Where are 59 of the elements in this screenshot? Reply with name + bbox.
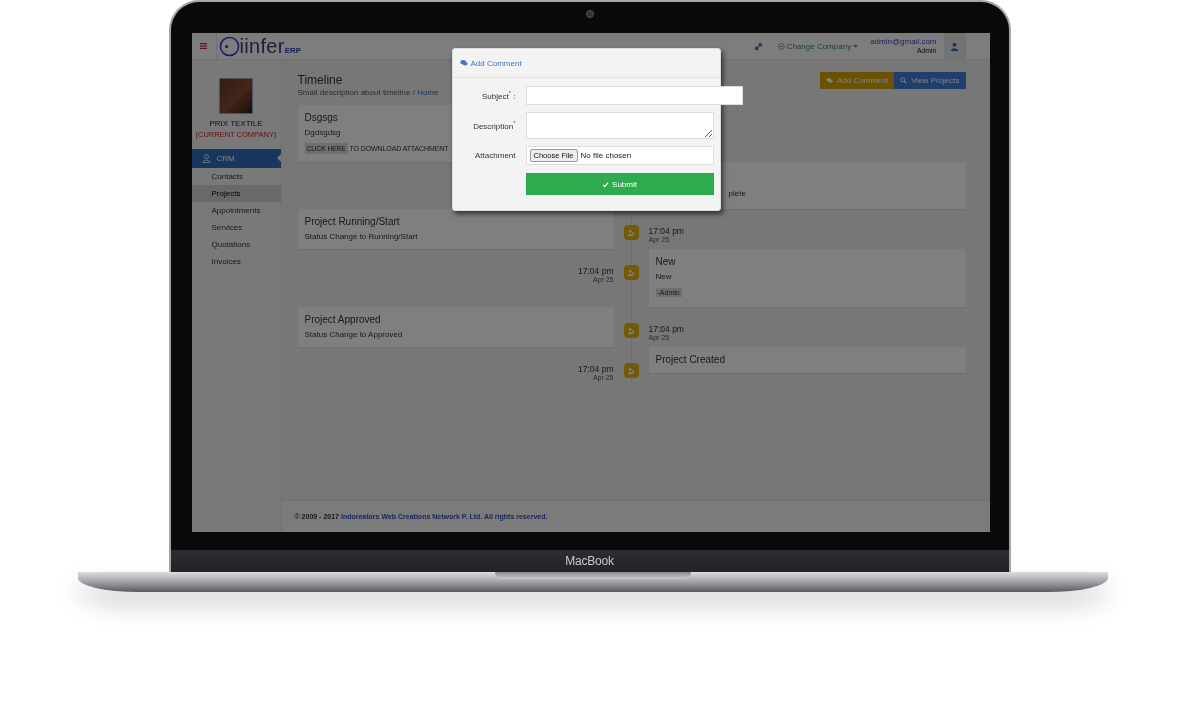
caret-icon <box>853 44 859 48</box>
user-email: admin@gmail.com <box>870 37 937 47</box>
expand-icon[interactable] <box>753 41 763 51</box>
comments-icon <box>459 59 468 67</box>
page-title: Timeline <box>297 73 344 87</box>
event-time: 17:04 pm <box>578 364 614 374</box>
check-icon <box>602 180 610 188</box>
view-projects-button[interactable]: View Projects <box>894 72 966 89</box>
timeline-user-icon <box>623 265 639 280</box>
user-icon <box>950 41 959 51</box>
sidebar-section[interactable]: CRM <box>191 149 281 168</box>
description-field[interactable] <box>525 112 714 139</box>
sidebar-item[interactable]: Projects <box>191 185 281 202</box>
file-status: No file chosen <box>580 151 632 160</box>
field-label: Subject$^{*}$ : <box>481 90 517 101</box>
subject-field[interactable] <box>525 86 743 105</box>
minus-circle-icon <box>777 42 785 50</box>
photo-placeholder <box>219 78 253 114</box>
sidebar-item[interactable]: Quotations <box>191 236 281 253</box>
change-company-menu[interactable]: Change Company <box>777 41 859 51</box>
card-title: Project Created <box>655 354 725 365</box>
user-menu-button[interactable] <box>943 33 966 60</box>
card-text: plete <box>728 189 746 198</box>
field-label: Description$^{*}$ <box>472 120 517 131</box>
breadcrumb-link[interactable]: Home <box>417 88 439 97</box>
event-time: 17:04 pm <box>648 226 684 236</box>
field-label: Attachment <box>474 151 517 160</box>
logo-suffix: ERP <box>284 46 302 55</box>
card-title: Dsgsgs <box>304 112 338 123</box>
company-name: PRIX TEXTILE <box>209 119 263 128</box>
menu-icon[interactable] <box>200 43 207 49</box>
timeline-user-icon <box>623 225 639 240</box>
sidebar-item[interactable]: Invoices <box>191 253 281 270</box>
section-label: CRM <box>216 154 235 163</box>
submit-button[interactable]: Submit <box>525 173 714 195</box>
logo-text: iinfer <box>239 36 285 56</box>
page-description: Small description about timeline / <box>297 88 415 97</box>
timeline-user-icon <box>623 363 639 378</box>
sidebar-item[interactable]: Appointments <box>191 202 281 219</box>
add-comment-button[interactable]: Add Comment <box>820 72 895 89</box>
card-text: Status Change to Running/Start <box>304 232 418 241</box>
circle-logo-icon <box>218 35 240 57</box>
user-icon <box>201 154 211 163</box>
event-time: 17:04 pm <box>648 324 684 334</box>
card-text: Dgdsgdsg <box>304 128 341 137</box>
sidebar-item[interactable]: Contacts <box>191 168 281 185</box>
card-title: Project Approved <box>304 314 381 325</box>
comments-icon <box>826 77 834 84</box>
card-title: New <box>655 256 676 267</box>
timeline-user-icon <box>623 323 639 338</box>
search-icon <box>900 77 908 84</box>
card-text: New <box>655 272 672 281</box>
dialog-title: Add Comment <box>470 58 522 68</box>
camera-icon <box>585 9 594 18</box>
card-text: Status Change to Approved <box>304 330 403 339</box>
event-time: 17:04 pm <box>578 266 614 276</box>
brand-label: MacBook <box>565 554 614 568</box>
sidebar-item[interactable]: Services <box>191 219 281 236</box>
card-title: Project Running/Start <box>304 216 400 227</box>
